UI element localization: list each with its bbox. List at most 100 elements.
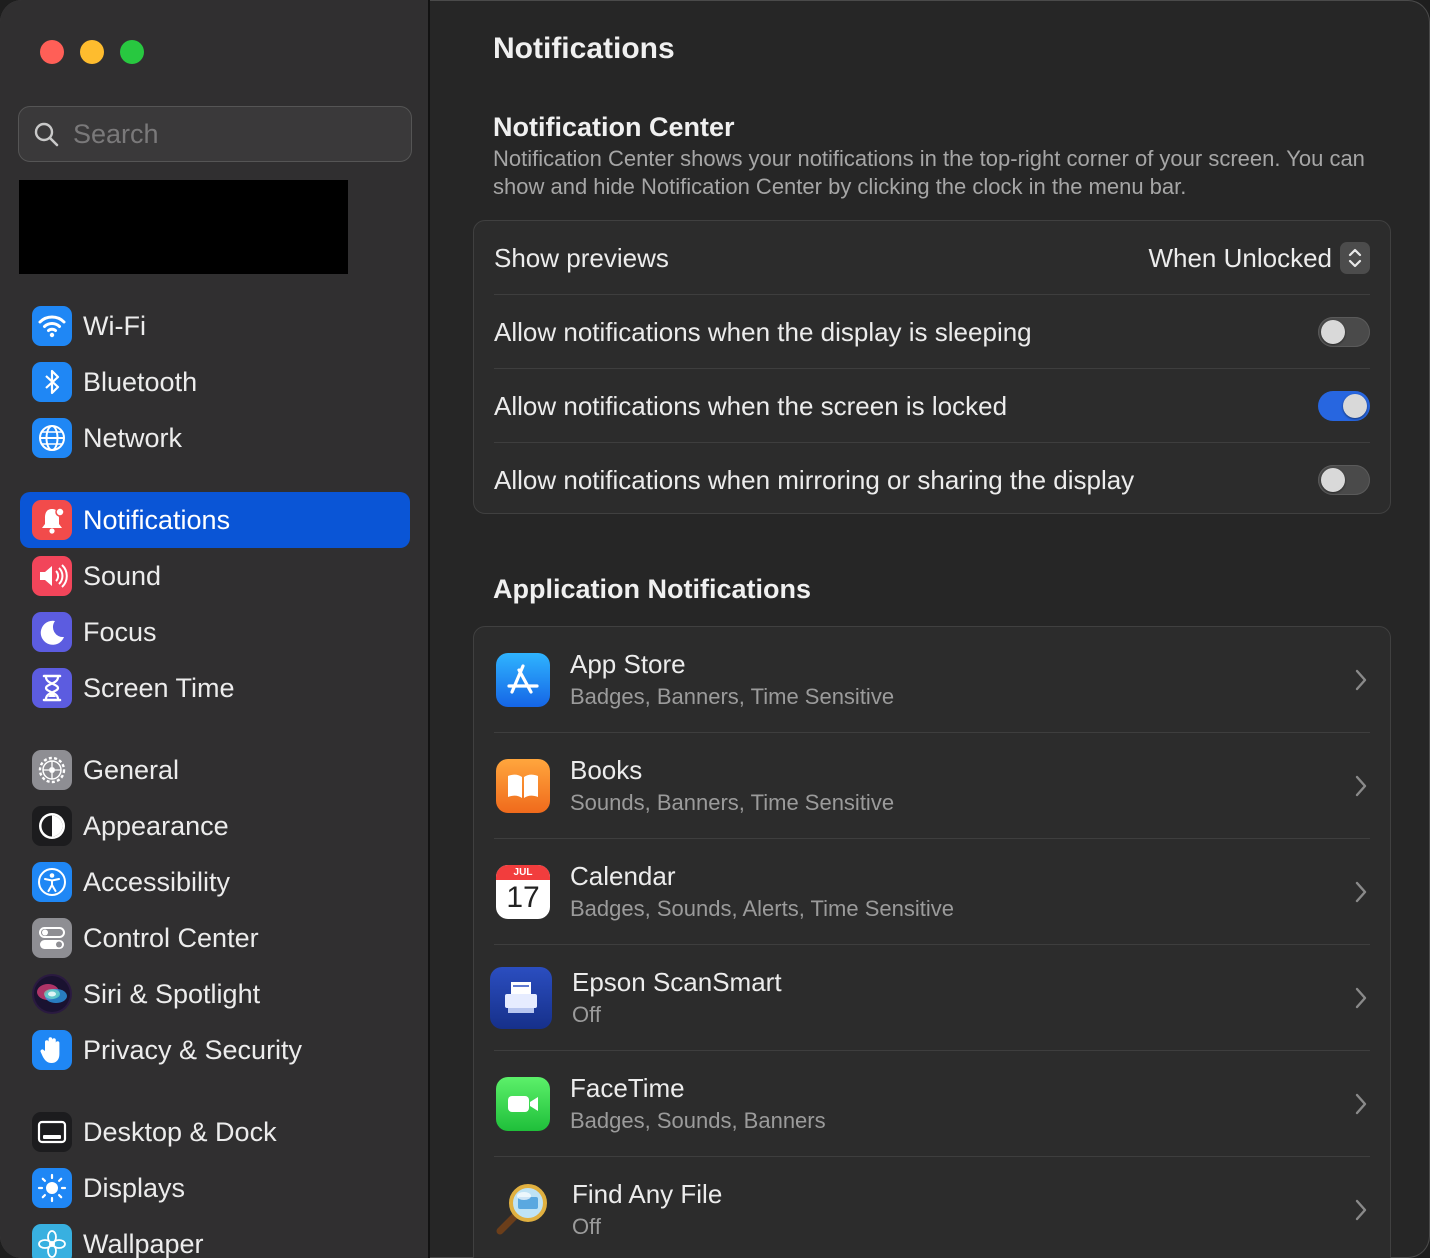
app-detail: Badges, Sounds, Alerts, Time Sensitive (570, 896, 954, 921)
sidebar-item-displays[interactable]: Displays (20, 1160, 410, 1216)
sidebar-item-desktop-dock[interactable]: Desktop & Dock (20, 1104, 410, 1160)
dock-icon (32, 1112, 72, 1152)
chevron-right-icon (1355, 881, 1367, 903)
search-field[interactable] (18, 106, 412, 162)
app-row-find-any-file[interactable]: Find Any File Off (494, 1156, 1370, 1258)
app-notifications-list: App Store Badges, Banners, Time Sensitiv… (473, 626, 1391, 1258)
toggle-row-mirroring: Allow notifications when mirroring or sh… (494, 442, 1370, 517)
display-sleeping-toggle[interactable] (1318, 317, 1370, 347)
sidebar-item-privacy-security[interactable]: Privacy & Security (20, 1022, 410, 1078)
close-window-button[interactable] (40, 40, 64, 64)
app-row-books[interactable]: Books Sounds, Banners, Time Sensitive (494, 732, 1370, 839)
magnifier-icon (490, 1179, 552, 1241)
show-previews-row: Show previews When Unlocked (494, 221, 1370, 295)
app-detail: Off (572, 1002, 601, 1027)
calendar-icon-month: JUL (496, 865, 550, 880)
chevron-right-icon (1355, 1199, 1367, 1221)
app-detail: Off (572, 1214, 601, 1239)
app-detail: Sounds, Banners, Time Sensitive (570, 790, 895, 815)
sidebar-item-notifications[interactable]: Notifications (20, 492, 410, 548)
sidebar-item-label: Screen Time (83, 672, 235, 703)
toggle-label: Allow notifications when the display is … (494, 316, 1032, 347)
toggle-row-screen-locked: Allow notifications when the screen is l… (494, 368, 1370, 443)
sidebar-item-label: Displays (83, 1172, 186, 1203)
sidebar-item-wifi[interactable]: Wi-Fi (20, 298, 410, 354)
sidebar: Wi-Fi Bluetooth Network Notifications (0, 0, 430, 1258)
toggle-label: Allow notifications when mirroring or sh… (494, 464, 1135, 495)
search-icon (34, 122, 59, 147)
chevron-right-icon (1355, 669, 1367, 691)
app-row-facetime[interactable]: FaceTime Badges, Sounds, Banners (494, 1050, 1370, 1157)
mirroring-toggle[interactable] (1318, 465, 1370, 495)
toggle-label: Allow notifications when the screen is l… (494, 390, 1008, 421)
sidebar-item-wallpaper[interactable]: Wallpaper (20, 1216, 410, 1258)
app-name: Find Any File (572, 1179, 723, 1209)
sidebar-item-focus[interactable]: Focus (20, 604, 410, 660)
books-icon (496, 759, 550, 813)
app-detail: Badges, Sounds, Banners (570, 1108, 826, 1133)
sidebar-item-label: Bluetooth (83, 366, 198, 397)
bell-icon (32, 500, 72, 540)
calendar-icon: JUL 17 (496, 865, 550, 919)
show-previews-value: When Unlocked (1148, 242, 1332, 273)
gear-icon (32, 750, 72, 790)
wifi-icon (32, 306, 72, 346)
sidebar-item-siri-spotlight[interactable]: Siri & Spotlight (20, 966, 410, 1022)
sidebar-item-label: Wi-Fi (83, 310, 146, 341)
sidebar-item-sound[interactable]: Sound (20, 548, 410, 604)
app-store-icon (496, 653, 550, 707)
sidebar-item-control-center[interactable]: Control Center (20, 910, 410, 966)
show-previews-popup[interactable]: When Unlocked (1148, 242, 1370, 274)
application-notifications-heading: Application Notifications (493, 574, 812, 604)
siri-icon (32, 974, 72, 1014)
calendar-icon-day: 17 (506, 881, 540, 914)
page-title: Notifications (493, 32, 675, 65)
control-center-icon (32, 918, 72, 958)
account-redacted[interactable] (19, 180, 348, 274)
sidebar-item-label: Sound (83, 560, 162, 591)
app-name: FaceTime (570, 1073, 685, 1103)
zoom-window-button[interactable] (120, 40, 144, 64)
sidebar-item-screen-time[interactable]: Screen Time (20, 660, 410, 716)
facetime-icon (496, 1077, 550, 1131)
app-name: Epson ScanSmart (572, 967, 782, 997)
notification-center-heading: Notification Center (493, 112, 735, 142)
search-input[interactable] (71, 117, 375, 151)
chevron-right-icon (1355, 775, 1367, 797)
sidebar-item-label: Privacy & Security (83, 1034, 303, 1065)
sidebar-item-label: Control Center (83, 922, 259, 953)
updown-chevron-icon (1340, 242, 1370, 274)
hand-icon (32, 1030, 72, 1070)
app-name: Books (570, 755, 643, 785)
show-previews-label: Show previews (494, 242, 669, 273)
accessibility-icon (32, 862, 72, 902)
app-row-app-store[interactable]: App Store Badges, Banners, Time Sensitiv… (494, 627, 1370, 733)
app-row-epson-scansmart[interactable]: Epson ScanSmart Off (490, 944, 1370, 1051)
sidebar-item-label: Notifications (83, 504, 231, 535)
chevron-right-icon (1355, 987, 1367, 1009)
sidebar-item-label: Appearance (83, 810, 229, 841)
toggle-row-display-sleeping: Allow notifications when the display is … (494, 294, 1370, 369)
flower-icon (32, 1224, 72, 1258)
sidebar-item-bluetooth[interactable]: Bluetooth (20, 354, 410, 410)
main-pane: Notifications Notification Center Notifi… (432, 0, 1430, 1258)
app-row-calendar[interactable]: JUL 17 Calendar Badges, Sounds, Alerts, … (494, 838, 1370, 945)
sidebar-item-accessibility[interactable]: Accessibility (20, 854, 410, 910)
minimize-window-button[interactable] (80, 40, 104, 64)
notification-center-settings: Show previews When Unlocked Allow notifi… (473, 220, 1391, 514)
sidebar-item-label: Network (83, 422, 183, 453)
screen-locked-toggle[interactable] (1318, 391, 1370, 421)
settings-window: Wi-Fi Bluetooth Network Notifications (0, 0, 1430, 1258)
chevron-right-icon (1355, 1093, 1367, 1115)
sidebar-item-label: Siri & Spotlight (83, 978, 261, 1009)
sidebar-item-label: General (83, 754, 180, 785)
sidebar-item-appearance[interactable]: Appearance (20, 798, 410, 854)
app-name: App Store (570, 649, 686, 679)
sidebar-item-label: Accessibility (83, 866, 231, 897)
globe-icon (32, 418, 72, 458)
sidebar-item-label: Focus (83, 616, 157, 647)
sidebar-item-network[interactable]: Network (20, 410, 410, 466)
sidebar-item-general[interactable]: General (20, 742, 410, 798)
sidebar-item-label: Wallpaper (83, 1228, 204, 1258)
app-detail: Badges, Banners, Time Sensitive (570, 684, 895, 709)
